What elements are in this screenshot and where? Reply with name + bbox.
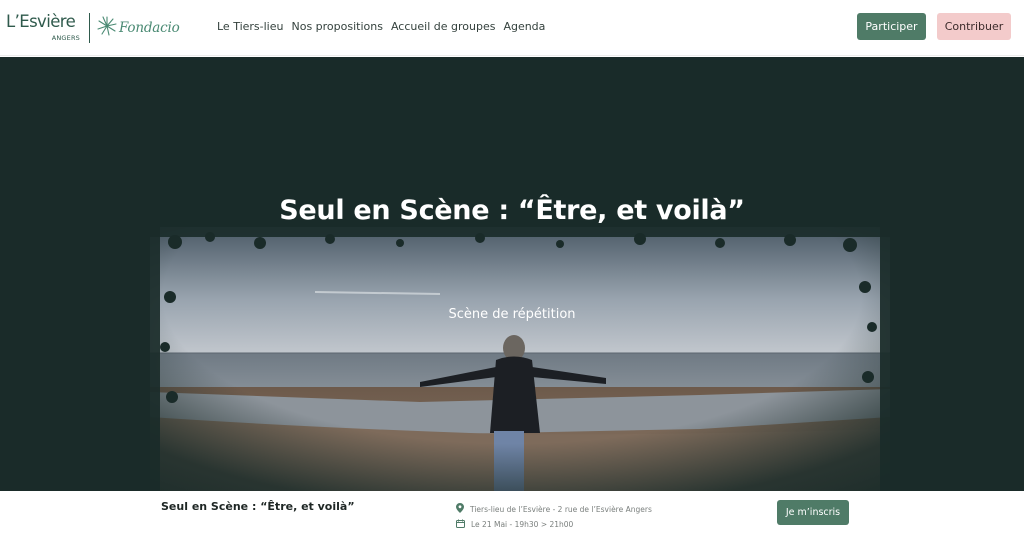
event-date-row: Le 21 Mai - 19h30 > 21h00 [456, 519, 573, 530]
hero-banner: Seul en Scène : “Être, et voilà” Scène d… [0, 57, 1024, 491]
logo-name: L’Esvière [6, 12, 76, 31]
logo-divider [89, 13, 90, 43]
event-location: Tiers-lieu de l’Esvière - 2 rue de l’Esv… [470, 504, 652, 514]
nav-item-nos-propositions[interactable]: Nos propositions [291, 20, 382, 33]
hero-subtitle: Scène de répétition [448, 307, 576, 322]
nav-item-accueil-de-groupes[interactable]: Accueil de groupes [391, 20, 495, 33]
nav-item-agenda[interactable]: Agenda [503, 20, 545, 33]
calendar-icon [456, 519, 465, 530]
event-title: Seul en Scène : “Être, et voilà” [161, 500, 355, 513]
hero-title: Seul en Scène : “Être, et voilà” [279, 195, 745, 226]
contribuer-button[interactable]: Contribuer [937, 13, 1011, 40]
location-pin-icon [456, 503, 464, 515]
fondacio-sun-icon [97, 16, 117, 40]
nav-item-tiers-lieu[interactable]: Le Tiers-lieu [217, 20, 283, 33]
participer-button[interactable]: Participer [857, 13, 926, 40]
event-bar: Seul en Scène : “Être, et voilà” Tiers-l… [0, 491, 1024, 543]
site-logo[interactable]: L’Esvière ANGERS Fondacio [6, 10, 180, 46]
site-header: L’Esvière ANGERS Fondacio Le Tiers-lieu … [0, 0, 1024, 56]
fondacio-wordmark: Fondacio [119, 20, 180, 36]
event-location-row: Tiers-lieu de l’Esvière - 2 rue de l’Esv… [456, 503, 652, 515]
fondacio-logo: Fondacio [97, 16, 180, 40]
logo-city: ANGERS [51, 34, 80, 42]
register-button[interactable]: Je m’inscris [777, 500, 849, 525]
hero-background-image [0, 57, 1024, 491]
event-date: Le 21 Mai - 19h30 > 21h00 [471, 520, 574, 529]
main-nav: Le Tiers-lieu Nos propositions Accueil d… [217, 20, 553, 33]
esviere-logo: L’Esvière ANGERS [6, 10, 82, 46]
